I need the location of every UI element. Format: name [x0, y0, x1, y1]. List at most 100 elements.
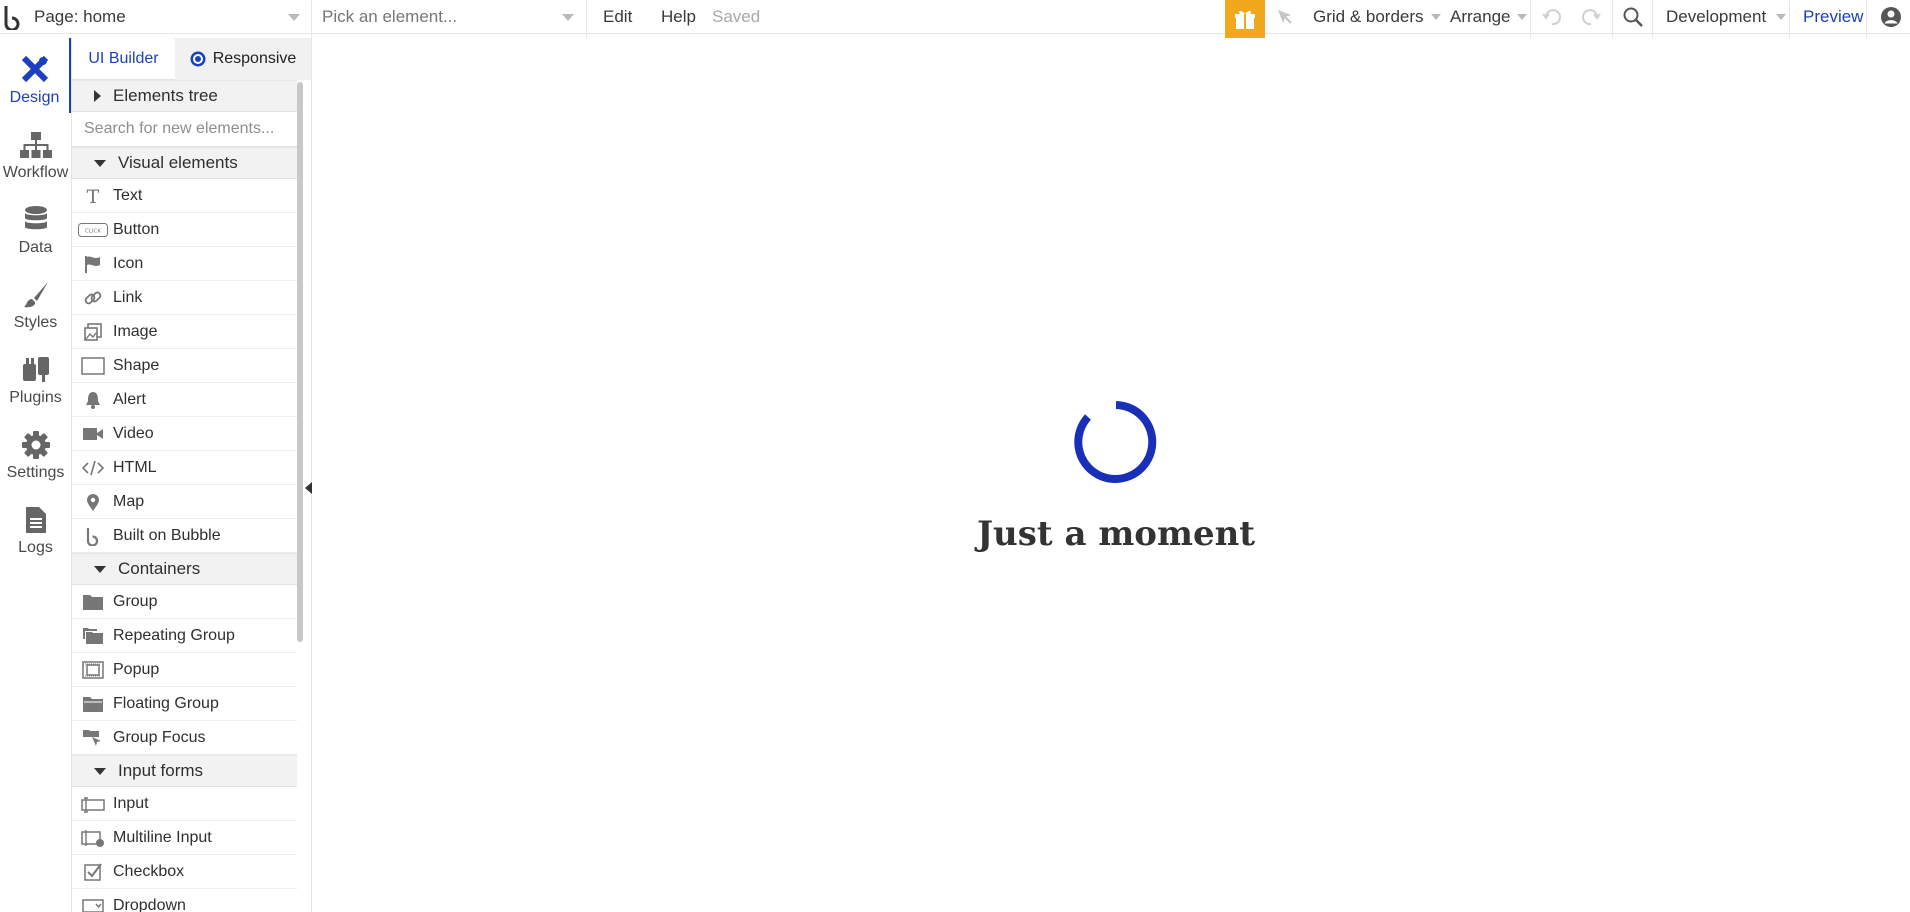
palette-item-text[interactable]: T Text: [72, 179, 297, 213]
gear-icon: [21, 431, 50, 459]
rail-label: Data: [18, 239, 53, 256]
folders-icon: [72, 627, 113, 645]
rail-label: Logs: [18, 539, 53, 556]
image-icon: [72, 322, 113, 342]
element-search: [72, 112, 297, 147]
palette-item-label: Text: [113, 186, 143, 204]
bell-icon: [72, 390, 113, 410]
rail-item-settings[interactable]: Settings: [0, 413, 71, 488]
panel-scrollbar[interactable]: [297, 82, 303, 642]
palette-item-button[interactable]: CLICK Button: [72, 213, 297, 247]
palette-item-label: Multiline Input: [113, 828, 212, 846]
palette-item-link[interactable]: Link: [72, 281, 297, 315]
account-icon[interactable]: [1880, 0, 1902, 34]
palette-item-group-focus[interactable]: Group Focus: [72, 721, 297, 755]
section-label: Containers: [118, 559, 201, 578]
palette-item-floating-group[interactable]: Floating Group: [72, 687, 297, 721]
palette-item-html[interactable]: HTML: [72, 451, 297, 485]
palette-item-label: Popup: [113, 660, 160, 678]
palette-item-video[interactable]: Video: [72, 417, 297, 451]
left-navigation-rail: Design Workflow Data Styles Plugins Sett…: [0, 38, 72, 912]
workflow-icon: [19, 132, 52, 158]
video-icon: [72, 424, 113, 444]
rail-item-styles[interactable]: Styles: [0, 263, 71, 338]
gift-icon: [1235, 10, 1255, 29]
palette-item-group[interactable]: Group: [72, 585, 297, 619]
palette-item-label: Repeating Group: [113, 626, 235, 644]
text-icon: T: [72, 186, 113, 206]
rail-item-workflow[interactable]: Workflow: [0, 113, 71, 188]
palette-item-alert[interactable]: Alert: [72, 383, 297, 417]
elements-tree-toggle[interactable]: Elements tree: [72, 80, 297, 112]
environment-selector[interactable]: Development: [1666, 0, 1787, 34]
palette-item-dropdown[interactable]: Dropdown: [72, 889, 297, 912]
save-status: Saved: [712, 7, 761, 26]
editor-canvas: Just a moment: [322, 38, 1910, 912]
palette-item-label: Image: [113, 322, 158, 340]
tab-responsive-label: Responsive: [212, 50, 297, 67]
rail-label: Workflow: [2, 164, 69, 181]
input-field-icon: [72, 795, 113, 813]
chevron-down-icon: [1776, 14, 1787, 20]
palette-item-label: Link: [113, 288, 143, 306]
palette-item-checkbox[interactable]: Checkbox: [72, 855, 297, 889]
gift-button[interactable]: [1225, 0, 1265, 38]
element-palette-panel: UI Builder Responsive Elements tree Visu…: [72, 38, 312, 912]
bubble-logo-icon[interactable]: [2, 0, 24, 34]
loading-spinner-icon: [1074, 401, 1157, 483]
tab-responsive[interactable]: Responsive: [175, 38, 311, 80]
rail-item-logs[interactable]: Logs: [0, 488, 71, 563]
shape-icon: [72, 356, 113, 376]
palette-item-image[interactable]: Image: [72, 315, 297, 349]
palette-item-input[interactable]: Input: [72, 787, 297, 821]
input-forms-header[interactable]: Input forms: [72, 755, 297, 787]
code-icon: [72, 458, 113, 478]
element-picker[interactable]: Pick an element...: [322, 0, 580, 34]
undo-icon[interactable]: [1541, 0, 1563, 34]
page-selector[interactable]: Page: home: [34, 0, 304, 34]
redo-icon[interactable]: [1580, 0, 1602, 34]
map-pin-icon: [72, 492, 113, 512]
cursor-select-icon[interactable]: [1275, 0, 1295, 34]
palette-item-repeating-group[interactable]: Repeating Group: [72, 619, 297, 653]
caret-down-icon: [94, 767, 106, 775]
rail-label: Settings: [6, 464, 65, 481]
palette-item-shape[interactable]: Shape: [72, 349, 297, 383]
element-search-input[interactable]: [84, 120, 294, 138]
palette-item-map[interactable]: Map: [72, 485, 297, 519]
grid-borders-label: Grid & borders: [1313, 7, 1424, 26]
flag-icon: [72, 254, 113, 274]
svg-text:T: T: [86, 186, 99, 206]
focus-group-icon: [72, 729, 113, 747]
preview-button[interactable]: Preview: [1803, 0, 1863, 34]
arrange-menu[interactable]: Arrange: [1450, 0, 1528, 34]
palette-item-label: Map: [113, 492, 145, 510]
tab-ui-builder[interactable]: UI Builder: [72, 38, 175, 80]
brush-icon: [23, 282, 48, 308]
visual-elements-header[interactable]: Visual elements: [72, 147, 297, 179]
rail-item-data[interactable]: Data: [0, 188, 71, 263]
grid-borders-menu[interactable]: Grid & borders: [1313, 0, 1441, 34]
element-picker-label: Pick an element...: [322, 7, 458, 26]
containers-header[interactable]: Containers: [72, 553, 297, 585]
palette-item-icon[interactable]: Icon: [72, 247, 297, 281]
collapse-panel-icon[interactable]: [305, 482, 312, 494]
palette-item-label: Dropdown: [113, 896, 186, 912]
loading-message: Just a moment: [976, 514, 1256, 554]
database-icon: [24, 206, 47, 230]
plug-icon: [22, 357, 49, 382]
edit-menu[interactable]: Edit: [603, 0, 632, 34]
palette-item-built-on-bubble[interactable]: Built on Bubble: [72, 519, 297, 553]
search-icon[interactable]: [1622, 0, 1644, 34]
palette-item-label: Floating Group: [113, 694, 219, 712]
chevron-down-icon: [288, 14, 300, 21]
palette-item-multiline-input[interactable]: Multiline Input: [72, 821, 297, 855]
palette-item-label: Video: [113, 424, 154, 442]
rail-item-plugins[interactable]: Plugins: [0, 338, 71, 413]
palette-item-label: HTML: [113, 458, 157, 476]
elements-tree-label: Elements tree: [113, 86, 218, 105]
palette-item-popup[interactable]: Popup: [72, 653, 297, 687]
rail-item-design[interactable]: Design: [0, 38, 71, 113]
palette-item-label: Group: [113, 592, 158, 610]
help-menu[interactable]: Help: [661, 0, 696, 34]
